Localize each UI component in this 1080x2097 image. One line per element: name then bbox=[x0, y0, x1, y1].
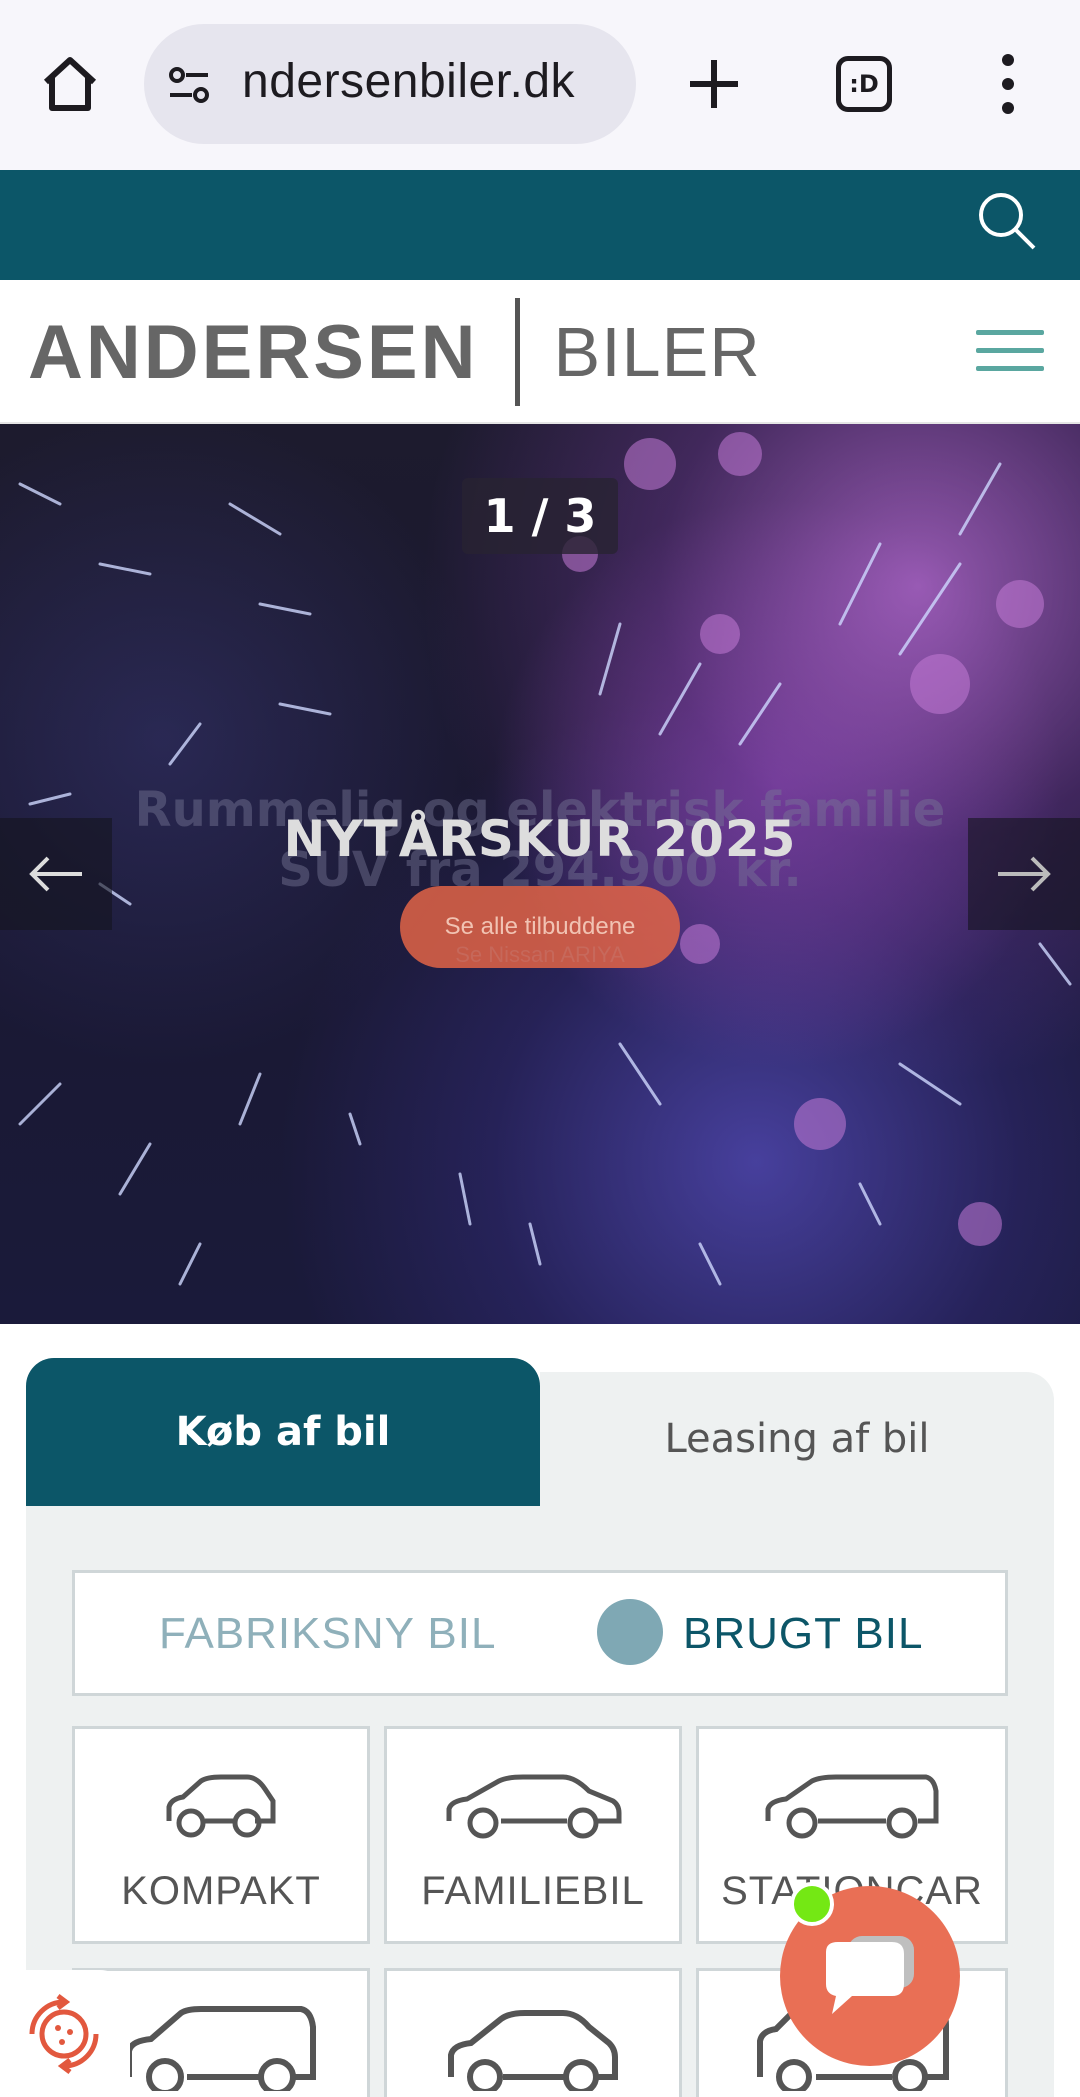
hero-carousel: 1 / 3 Rummelig og elektrisk familie SUV … bbox=[0, 424, 1080, 1324]
search-icon[interactable] bbox=[974, 188, 1040, 254]
tab-switcher-button[interactable]: :D bbox=[836, 56, 892, 112]
toggle-knob[interactable] bbox=[597, 1599, 663, 1665]
option-new-car[interactable]: FABRIKSNY BIL bbox=[159, 1609, 496, 1659]
site-header: ANDERSEN BILER bbox=[0, 280, 1080, 424]
arrow-right-icon bbox=[998, 856, 1051, 892]
car-condition-toggle[interactable]: FABRIKSNY BIL BRUGT BIL bbox=[72, 1570, 1008, 1696]
suv-icon bbox=[126, 2006, 316, 2091]
carousel-prev-button[interactable] bbox=[0, 818, 112, 930]
arrow-left-icon bbox=[29, 856, 82, 892]
address-bar[interactable]: ndersenbiler.dk bbox=[144, 24, 636, 144]
online-status-indicator bbox=[790, 1882, 834, 1926]
compact-car-icon bbox=[166, 1774, 276, 1838]
site-logo[interactable]: ANDERSEN BILER bbox=[28, 294, 761, 410]
category-crossover[interactable] bbox=[384, 1968, 682, 2097]
chat-bubble-icon bbox=[826, 1936, 914, 2014]
tab-buy-car[interactable]: Køb af bil bbox=[26, 1358, 540, 1506]
url-text: ndersenbiler.dk bbox=[242, 55, 576, 108]
category-label: FAMILIEBIL bbox=[421, 1869, 645, 1913]
logo-secondary-text: BILER bbox=[553, 313, 761, 391]
more-options-icon[interactable] bbox=[990, 52, 1026, 116]
browser-toolbar: ndersenbiler.dk :D bbox=[0, 0, 1080, 170]
tab-leasing[interactable]: Leasing af bil bbox=[540, 1372, 1054, 1506]
site-settings-icon[interactable] bbox=[166, 62, 212, 108]
slide-counter: 1 / 3 bbox=[462, 478, 618, 554]
top-utility-bar bbox=[0, 170, 1080, 280]
logo-divider bbox=[514, 298, 520, 406]
option-used-car[interactable]: BRUGT BIL bbox=[683, 1609, 923, 1659]
category-family[interactable]: FAMILIEBIL bbox=[384, 1726, 682, 1944]
stationcar-icon bbox=[765, 1774, 939, 1839]
logo-primary-text: ANDERSEN bbox=[28, 309, 479, 395]
menu-icon[interactable] bbox=[976, 330, 1044, 378]
family-car-icon bbox=[446, 1774, 622, 1839]
cookie-icon bbox=[29, 1994, 99, 2074]
next-slide-ghost-cta: Se Nissan ARIYA bbox=[455, 942, 625, 967]
category-label: KOMPAKT bbox=[121, 1869, 321, 1913]
home-icon[interactable] bbox=[38, 52, 102, 116]
carousel-next-button[interactable] bbox=[968, 818, 1080, 930]
hero-title: NYTÅRSKUR 2025 bbox=[283, 810, 797, 868]
new-tab-icon[interactable] bbox=[686, 56, 742, 112]
cookie-settings-button[interactable] bbox=[0, 1970, 130, 2097]
crossover-icon bbox=[448, 2010, 618, 2091]
category-compact[interactable]: KOMPAKT bbox=[72, 1726, 370, 1944]
